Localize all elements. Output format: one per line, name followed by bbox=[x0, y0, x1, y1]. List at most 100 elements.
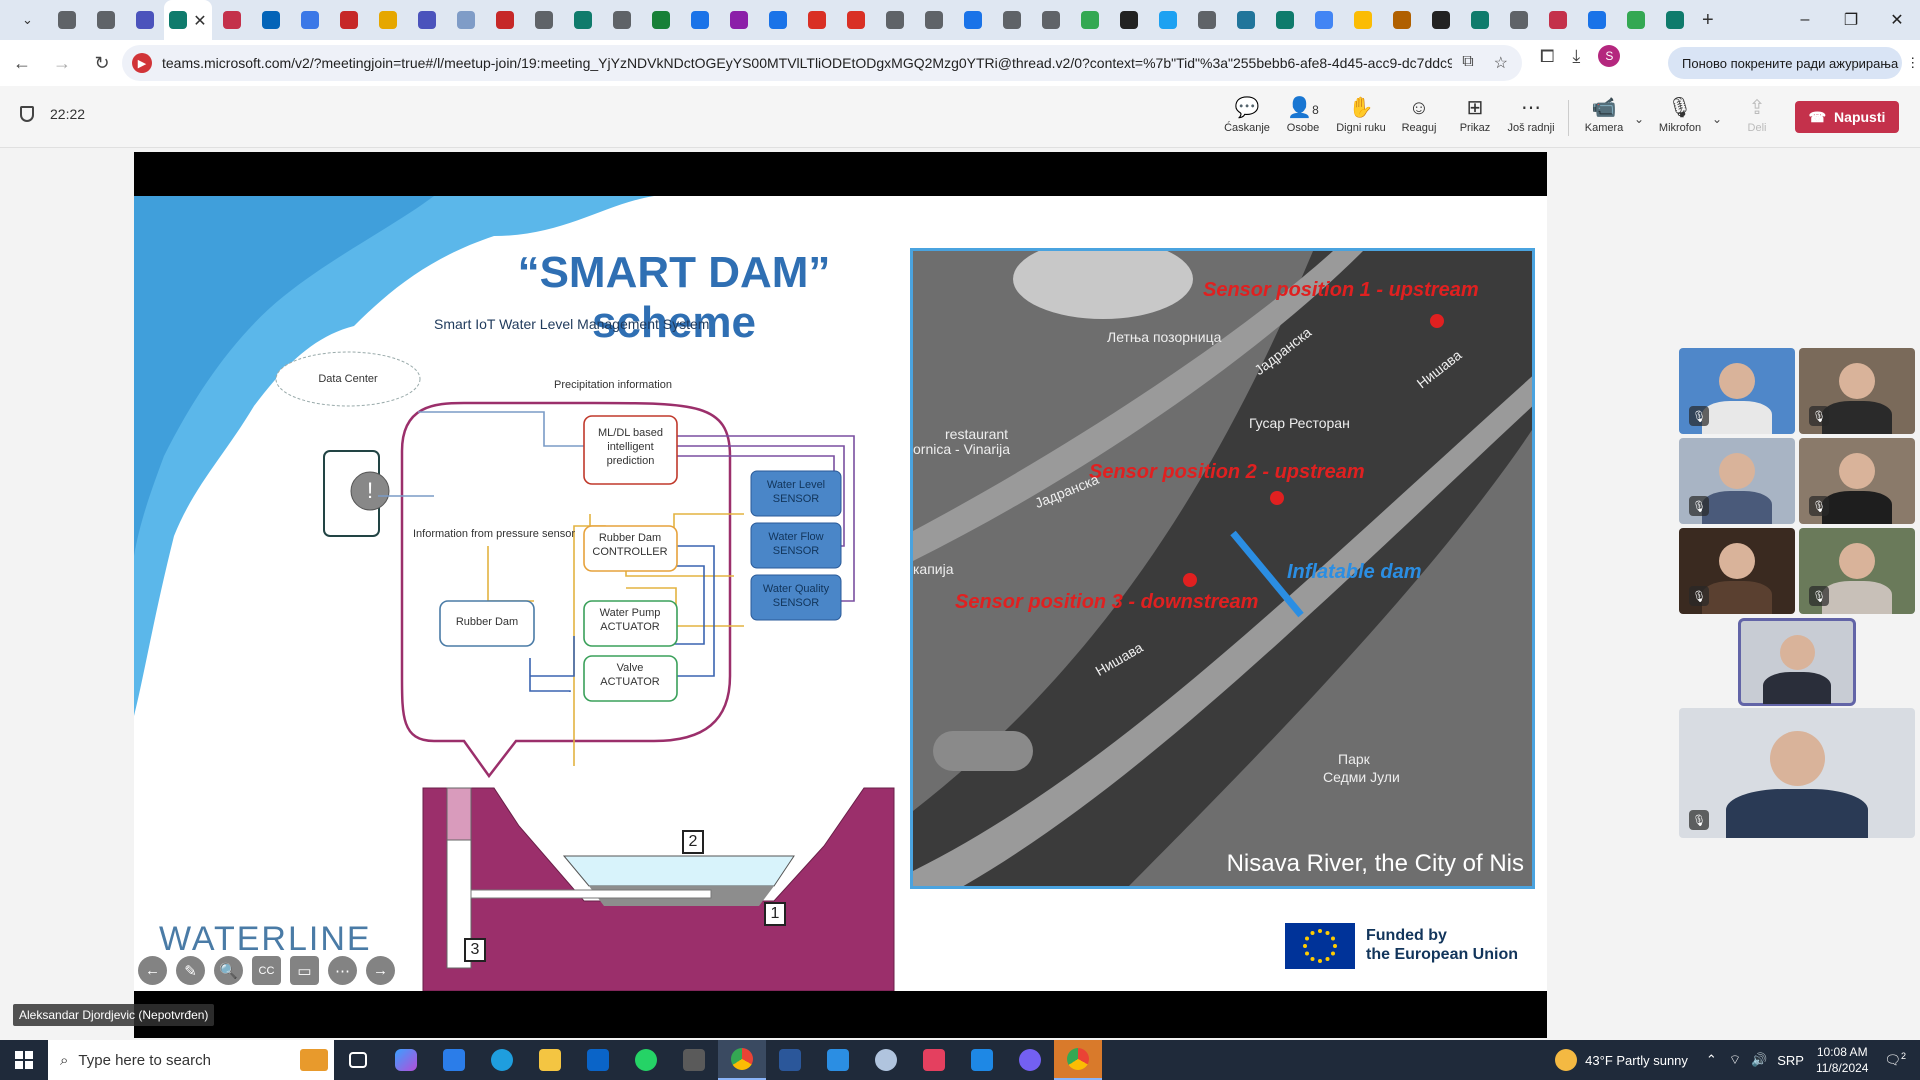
previous-slide-button[interactable]: ← bbox=[138, 956, 167, 985]
browser-tab[interactable] bbox=[1499, 0, 1538, 40]
participant-tile[interactable]: 🎙 bbox=[1679, 528, 1795, 614]
participant-tile[interactable]: 🎙 bbox=[1799, 528, 1915, 614]
participant-tile[interactable]: 🎙 bbox=[1799, 438, 1915, 524]
slide-view-button[interactable]: ▭ bbox=[290, 956, 319, 985]
browser-tab[interactable] bbox=[992, 0, 1031, 40]
more-options-button[interactable]: ⋯ bbox=[328, 956, 357, 985]
participant-tile[interactable]: 🎙 bbox=[1799, 348, 1915, 434]
taskbar-calculator[interactable] bbox=[670, 1040, 718, 1080]
start-button[interactable] bbox=[0, 1040, 48, 1080]
browser-tab[interactable] bbox=[1226, 0, 1265, 40]
browser-tab[interactable] bbox=[797, 0, 836, 40]
browser-tab[interactable] bbox=[1187, 0, 1226, 40]
browser-tab[interactable] bbox=[1577, 0, 1616, 40]
update-restart-button[interactable]: Поново покрените ради ажурирања ⋮ bbox=[1668, 47, 1919, 79]
browser-tab[interactable] bbox=[329, 0, 368, 40]
url-text[interactable]: teams.microsoft.com/v2/?meetingjoin=true… bbox=[162, 55, 1452, 71]
browser-tab[interactable] bbox=[1460, 0, 1499, 40]
taskbar-photos[interactable] bbox=[814, 1040, 862, 1080]
leave-meeting-button[interactable]: ☎ Napusti bbox=[1795, 101, 1899, 133]
browser-tab[interactable] bbox=[1421, 0, 1460, 40]
pen-tool-button[interactable]: ✎ bbox=[176, 956, 205, 985]
browser-tab[interactable] bbox=[1070, 0, 1109, 40]
browser-tab[interactable] bbox=[86, 0, 125, 40]
taskbar-outlook[interactable] bbox=[574, 1040, 622, 1080]
taskbar-search-box[interactable]: ⌕ Type here to search bbox=[48, 1040, 334, 1080]
tab-search-icon[interactable]: ⌄ bbox=[8, 0, 47, 40]
profile-avatar[interactable]: S bbox=[1598, 45, 1621, 67]
taskbar-chrome[interactable] bbox=[718, 1040, 766, 1080]
volume-icon[interactable]: 🔊 bbox=[1751, 1052, 1767, 1068]
browser-tab[interactable] bbox=[47, 0, 86, 40]
browser-tab[interactable] bbox=[251, 0, 290, 40]
camera-button[interactable]: 📹 Kamera bbox=[1574, 96, 1634, 142]
reload-button[interactable]: ↻ bbox=[84, 45, 120, 81]
browser-tab[interactable] bbox=[290, 0, 329, 40]
browser-tab[interactable] bbox=[602, 0, 641, 40]
downloads-icon[interactable]: ⤓ bbox=[1572, 46, 1580, 67]
new-tab-button[interactable]: + bbox=[1702, 9, 1714, 32]
browser-tab[interactable] bbox=[953, 0, 992, 40]
browser-tab[interactable] bbox=[1343, 0, 1382, 40]
url-omnibox[interactable]: ▶ teams.microsoft.com/v2/?meetingjoin=tr… bbox=[122, 45, 1522, 81]
browser-tab[interactable] bbox=[836, 0, 875, 40]
taskbar-store[interactable] bbox=[430, 1040, 478, 1080]
taskbar-edge[interactable] bbox=[478, 1040, 526, 1080]
restore-button[interactable]: ❐ bbox=[1828, 0, 1874, 40]
browser-tab[interactable] bbox=[407, 0, 446, 40]
participant-tile[interactable] bbox=[1738, 618, 1856, 706]
share-button[interactable]: ⇪ Deli bbox=[1727, 96, 1787, 142]
close-tab-icon[interactable]: ✕ bbox=[193, 11, 206, 30]
browser-tab[interactable] bbox=[368, 0, 407, 40]
minimize-button[interactable]: – bbox=[1782, 0, 1828, 40]
browser-tab[interactable] bbox=[1382, 0, 1421, 40]
participant-tile[interactable]: 🎙 bbox=[1679, 438, 1795, 524]
site-info-icon[interactable]: ▶ bbox=[132, 53, 152, 73]
browser-tab[interactable] bbox=[1616, 0, 1655, 40]
browser-tab[interactable] bbox=[446, 0, 485, 40]
bookmark-star-icon[interactable]: ☆ bbox=[1494, 53, 1508, 73]
taskbar-copilot[interactable] bbox=[382, 1040, 430, 1080]
mic-options-chevron-icon[interactable]: ⌄ bbox=[1712, 112, 1722, 126]
view-button[interactable]: ⊞ Prikaz bbox=[1445, 96, 1505, 142]
participant-tile[interactable]: 🎙 bbox=[1679, 348, 1795, 434]
browser-tab[interactable] bbox=[125, 0, 164, 40]
extensions-icon[interactable]: ⧠ bbox=[1540, 46, 1554, 67]
chat-button[interactable]: 💬 Ćaskanje bbox=[1217, 96, 1277, 142]
people-button[interactable]: 👤8 Osobe bbox=[1273, 96, 1333, 142]
browser-tab[interactable] bbox=[485, 0, 524, 40]
react-button[interactable]: ☺ Reaguj bbox=[1389, 96, 1449, 142]
browser-tab[interactable] bbox=[212, 0, 251, 40]
language-indicator[interactable]: SRP bbox=[1777, 1053, 1804, 1068]
browser-tab[interactable] bbox=[680, 0, 719, 40]
menu-kebab-icon[interactable]: ⋮ bbox=[1906, 55, 1919, 71]
taskbar-viber[interactable] bbox=[1006, 1040, 1054, 1080]
browser-tab[interactable] bbox=[1265, 0, 1304, 40]
browser-tab[interactable] bbox=[1109, 0, 1148, 40]
participant-tile[interactable]: 🎙 bbox=[1679, 708, 1915, 838]
mic-button[interactable]: 🎙 Mikrofon bbox=[1650, 96, 1710, 142]
browser-tab[interactable] bbox=[719, 0, 758, 40]
browser-tab[interactable] bbox=[1031, 0, 1070, 40]
browser-tab[interactable] bbox=[758, 0, 797, 40]
browser-tab[interactable] bbox=[641, 0, 680, 40]
taskbar-app-snip[interactable] bbox=[910, 1040, 958, 1080]
browser-tab[interactable] bbox=[914, 0, 953, 40]
raise-hand-button[interactable]: ✋ Digni ruku bbox=[1331, 96, 1391, 142]
more-actions-button[interactable]: ⋯ Još radnji bbox=[1501, 96, 1561, 142]
open-in-app-icon[interactable]: ⧉ bbox=[1462, 53, 1473, 73]
captions-button[interactable]: CC bbox=[252, 956, 281, 985]
taskbar-chrome-2[interactable] bbox=[1054, 1040, 1102, 1080]
camera-options-chevron-icon[interactable]: ⌄ bbox=[1634, 112, 1644, 126]
browser-tab[interactable] bbox=[563, 0, 602, 40]
taskbar-app-paint[interactable] bbox=[862, 1040, 910, 1080]
browser-tab[interactable] bbox=[1304, 0, 1343, 40]
zoom-button[interactable]: 🔍 bbox=[214, 956, 243, 985]
taskbar-explorer[interactable] bbox=[526, 1040, 574, 1080]
back-button[interactable]: ← bbox=[4, 45, 40, 81]
browser-tab[interactable]: ✕ bbox=[164, 0, 212, 40]
weather-text[interactable]: 43°F Partly sunny bbox=[1585, 1053, 1688, 1068]
browser-tab[interactable] bbox=[524, 0, 563, 40]
taskbar-clock[interactable]: 10:08 AM 11/8/2024 bbox=[1816, 1044, 1869, 1076]
tray-overflow-icon[interactable]: ⌃ bbox=[1706, 1052, 1717, 1068]
